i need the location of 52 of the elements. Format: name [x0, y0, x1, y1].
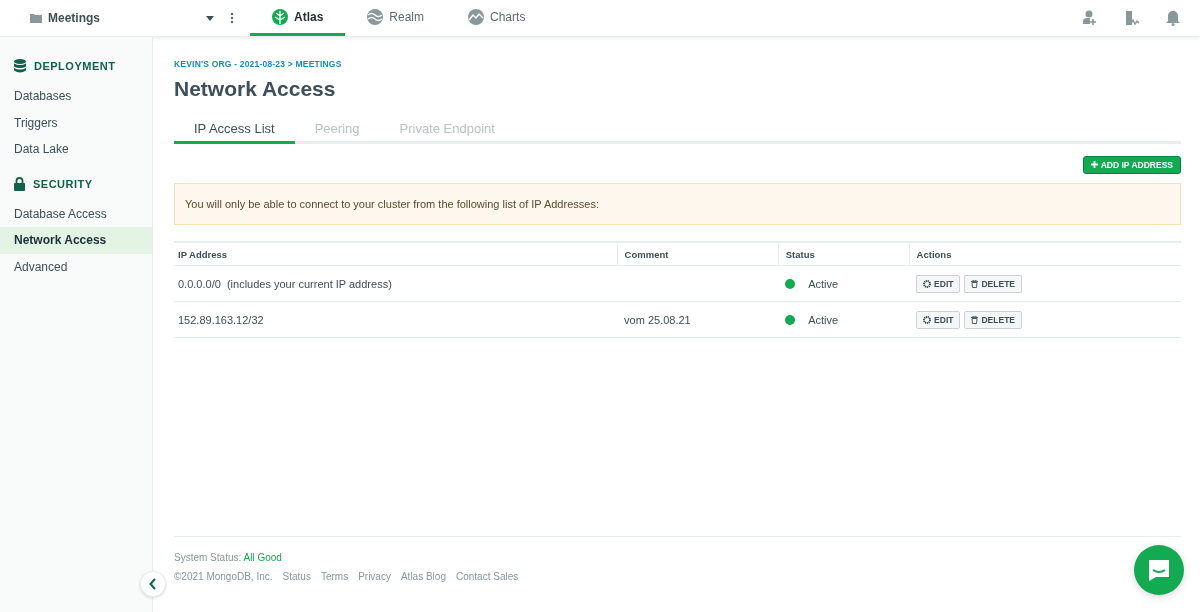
chat-icon: [1147, 558, 1171, 582]
caret-icon[interactable]: [206, 15, 214, 21]
plus-icon: [1090, 161, 1098, 168]
trash-icon: [971, 315, 979, 324]
product-tab[interactable]: Charts: [446, 0, 548, 36]
wave-icon: [367, 8, 384, 25]
status-dot: [785, 314, 796, 325]
sidebar-item[interactable]: Data Lake: [0, 136, 152, 163]
page-title: Network Access: [174, 77, 337, 101]
leaf-icon: [272, 8, 288, 25]
chart-icon: [468, 8, 485, 25]
product-tab[interactable]: Realm: [345, 0, 447, 36]
edit-button[interactable]: EDIT: [916, 274, 961, 293]
edit-button[interactable]: EDIT: [916, 310, 961, 329]
column-header: IP Address: [174, 242, 618, 266]
copyright: ©2021 MongoDB, Inc.: [174, 571, 273, 582]
comment: vom 25.08.21: [624, 313, 691, 326]
delete-button[interactable]: DELETE: [964, 274, 1022, 293]
chat-button[interactable]: [1134, 545, 1184, 595]
sidebar-item[interactable]: Triggers: [0, 109, 152, 136]
info-notice: You will only be able to connect to your cluster from the following list of IP Addresses:: [174, 183, 1181, 225]
sidebar-item[interactable]: Database Access: [0, 200, 152, 227]
section-heading: SECURITY: [33, 177, 93, 190]
sidebar-item[interactable]: Network Access: [0, 227, 152, 254]
chevron-left-icon: [149, 578, 157, 590]
product-tab[interactable]: Atlas: [250, 0, 346, 36]
add-user-icon[interactable]: [1083, 10, 1097, 26]
system-status-label: System Status:: [174, 552, 242, 563]
more-icon[interactable]: [230, 12, 234, 24]
database-icon: [14, 59, 26, 73]
column-header: Comment: [617, 242, 779, 266]
column-header: Status: [778, 242, 910, 266]
notification-icon[interactable]: [1166, 10, 1180, 26]
sidebar-item[interactable]: Databases: [0, 83, 152, 110]
trash-icon: [971, 279, 979, 288]
section-heading: DEPLOYMENT: [34, 60, 116, 72]
project-name[interactable]: Meetings: [48, 11, 100, 25]
sidebar-item[interactable]: Advanced: [0, 253, 152, 280]
lock-icon: [14, 176, 25, 191]
folder-icon: [30, 13, 42, 23]
tab[interactable]: IP Access List: [174, 121, 295, 144]
ip-address: 0.0.0.0/0 (includes your current IP address): [178, 277, 392, 290]
status-text: Active: [808, 313, 839, 326]
ip-address: 152.89.163.12/32: [178, 313, 264, 326]
status-text: Active: [808, 277, 839, 290]
column-header: Actions: [909, 242, 1181, 266]
gear-icon: [923, 315, 932, 324]
breadcrumb[interactable]: KEVIN'S ORG - 2021-08-23 > MEETINGS: [174, 59, 1181, 69]
delete-button[interactable]: DELETE: [964, 310, 1022, 329]
activity-icon[interactable]: [1123, 10, 1140, 26]
gear-icon: [923, 279, 932, 288]
status-dot: [785, 278, 796, 289]
